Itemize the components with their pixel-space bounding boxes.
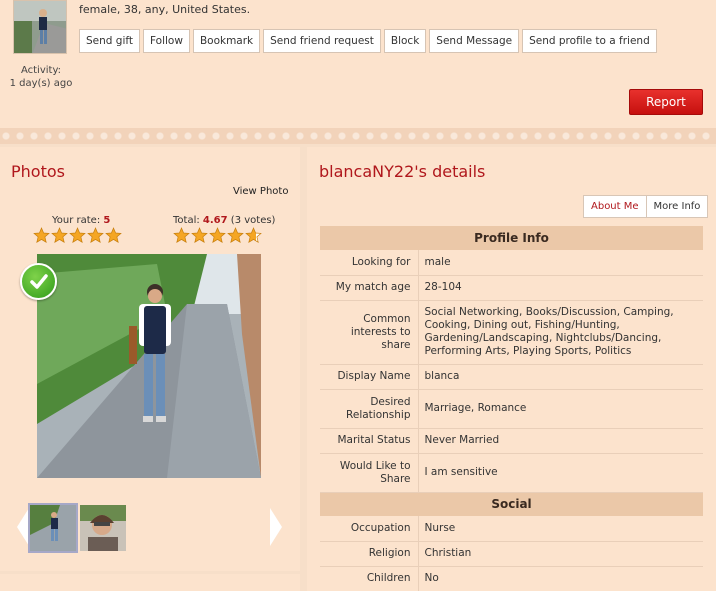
tab-more-info[interactable]: More Info xyxy=(647,196,708,217)
left-bottom-panel xyxy=(0,574,300,591)
details-tabs: About Me More Info xyxy=(583,195,709,218)
report-button[interactable]: Report xyxy=(629,89,703,115)
send-friend-request-button[interactable]: Send friend request xyxy=(263,29,381,53)
detail-key: Children xyxy=(320,566,419,591)
next-arrow-icon[interactable] xyxy=(270,508,282,546)
verified-check-icon xyxy=(20,263,57,300)
detail-row: Religion Christian xyxy=(320,541,703,567)
total-votes: (3 votes) xyxy=(230,215,276,226)
activity-label: Activity: xyxy=(20,65,62,76)
thumbnail-1[interactable] xyxy=(28,503,78,553)
detail-key: My match age xyxy=(320,275,419,301)
your-rating-stars[interactable] xyxy=(33,227,122,244)
block-button[interactable]: Block xyxy=(383,29,427,53)
photos-title: Photos xyxy=(11,162,65,181)
your-rating-star-icon[interactable] xyxy=(51,227,68,244)
detail-row: Desired Relationship Marriage, Romance xyxy=(320,389,703,429)
thumbnail-2[interactable] xyxy=(80,505,126,551)
detail-value: Marriage, Romance xyxy=(418,389,703,429)
detail-key: Looking for xyxy=(320,250,419,276)
details-panel: blancaNY22's details About Me More Info … xyxy=(307,147,716,591)
total-label: Total: xyxy=(173,215,200,226)
detail-value: Christian xyxy=(418,541,703,567)
details-title: blancaNY22's details xyxy=(319,162,486,181)
detail-key: Religion xyxy=(320,541,419,567)
activity-value: 1 day(s) ago xyxy=(9,78,73,89)
detail-key: Would Like to Share xyxy=(320,453,419,493)
total-rating-star-icon xyxy=(245,227,262,244)
send-message-button[interactable]: Send Message xyxy=(429,29,520,53)
your-rating-star-icon[interactable] xyxy=(69,227,86,244)
total-rating-star-icon xyxy=(173,227,190,244)
section-social: Social xyxy=(320,492,703,516)
detail-key: Desired Relationship xyxy=(320,389,419,429)
profile-avatar[interactable] xyxy=(13,0,67,54)
detail-row: Looking for male xyxy=(320,250,703,276)
follow-button[interactable]: Follow xyxy=(143,29,190,53)
detail-row: Marital Status Never Married xyxy=(320,428,703,454)
detail-row: Would Like to Share I am sensitive xyxy=(320,453,703,493)
tab-about-me[interactable]: About Me xyxy=(584,196,647,217)
section-profile-info: Profile Info xyxy=(320,226,703,250)
your-rate-value: 5 xyxy=(103,215,111,226)
send-profile-to-friend-button[interactable]: Send profile to a friend xyxy=(522,29,657,53)
send-gift-button[interactable]: Send gift xyxy=(79,29,140,53)
activity-info: Activity: 1 day(s) ago xyxy=(0,64,82,90)
detail-key: Occupation xyxy=(320,516,419,542)
detail-value: I am sensitive xyxy=(418,453,703,493)
detail-row: My match age 28-104 xyxy=(320,275,703,301)
profile-actions: Send gift Follow Bookmark Send friend re… xyxy=(79,29,657,53)
total-rating-star-icon xyxy=(227,227,244,244)
view-photo-link[interactable]: View Photo xyxy=(233,186,288,197)
your-rating-star-icon[interactable] xyxy=(33,227,50,244)
detail-row: Common interests to share Social Network… xyxy=(320,300,703,365)
detail-value: blanca xyxy=(418,364,703,390)
detail-value: No xyxy=(418,566,703,591)
total-value: 4.67 xyxy=(202,215,228,226)
detail-value: male xyxy=(418,250,703,276)
detail-value: Nurse xyxy=(418,516,703,542)
details-table: Profile Info Looking for male My match a… xyxy=(320,226,703,591)
detail-row: Occupation Nurse xyxy=(320,516,703,542)
photo-thumbnails xyxy=(0,502,300,553)
detail-value: 28-104 xyxy=(418,275,703,301)
total-rating-star-icon xyxy=(209,227,226,244)
your-rate-label: Your rate: xyxy=(52,215,101,226)
detail-key: Common interests to share xyxy=(320,300,419,365)
total-rate: Total: 4.67 (3 votes) xyxy=(173,215,275,226)
your-rating-star-icon[interactable] xyxy=(105,227,122,244)
profile-summary: female, 38, any, United States. xyxy=(79,3,251,16)
your-rating-star-icon[interactable] xyxy=(87,227,104,244)
detail-key: Display Name xyxy=(320,364,419,390)
detail-row: Display Name blanca xyxy=(320,364,703,390)
prev-arrow-icon[interactable] xyxy=(17,508,29,546)
your-rate: Your rate: 5 xyxy=(52,215,110,226)
total-rating-stars xyxy=(173,227,262,244)
detail-row: Children No xyxy=(320,566,703,591)
bookmark-button[interactable]: Bookmark xyxy=(192,29,261,53)
detail-value: Social Networking, Books/Discussion, Cam… xyxy=(418,300,703,365)
total-rating-star-icon xyxy=(191,227,208,244)
main-photo[interactable] xyxy=(37,254,261,478)
detail-key: Marital Status xyxy=(320,428,419,454)
detail-value: Never Married xyxy=(418,428,703,454)
profile-header: Activity: 1 day(s) ago female, 38, any, … xyxy=(0,0,716,128)
lace-divider xyxy=(0,128,716,144)
photos-panel: Photos View Photo Your rate: 5 Total: 4.… xyxy=(0,147,300,571)
